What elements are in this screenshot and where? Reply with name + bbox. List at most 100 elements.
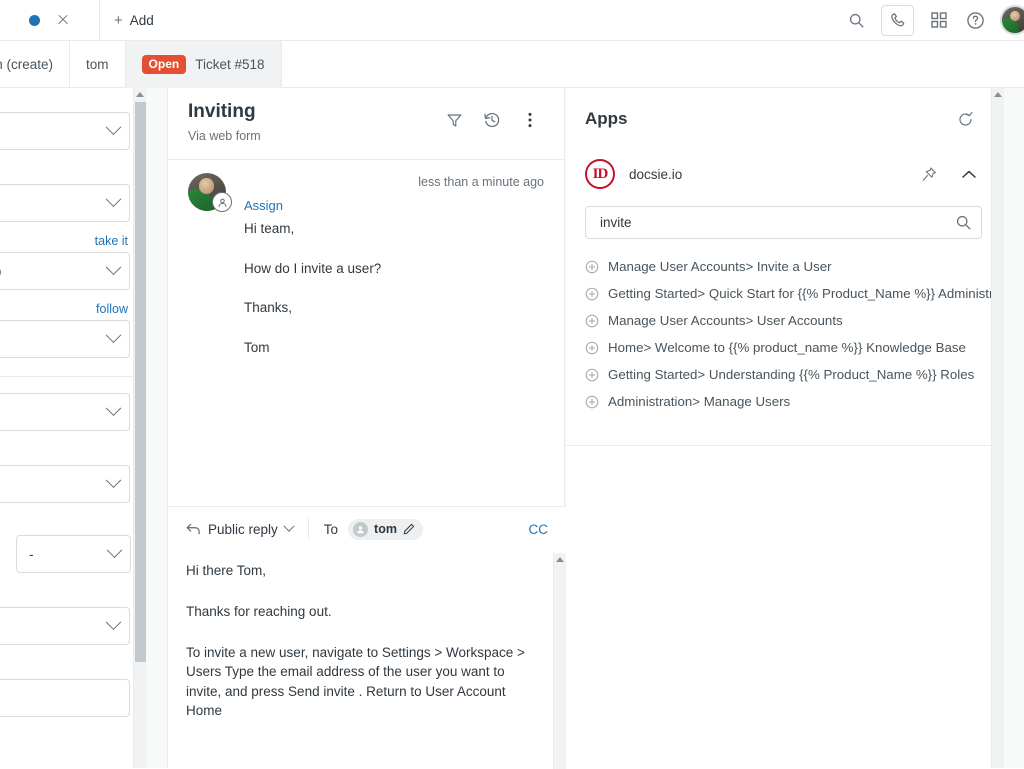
page-title: Inviting: [188, 102, 261, 123]
message-line: How do I invite a user?: [244, 260, 534, 278]
chevron-down-icon: [283, 521, 294, 532]
assignee-select[interactable]: F. Jacob: [0, 252, 130, 290]
sidebar-field-5: rm: [0, 393, 146, 431]
message-body: Hi team, How do I invite a user? Thanks,…: [244, 220, 534, 378]
pin-icon[interactable]: [916, 161, 942, 187]
search-icon[interactable]: [839, 3, 873, 37]
search-results-list: Manage User Accounts> Invite a User Gett…: [566, 253, 1004, 415]
apps-panel: Apps ID docsie.io: [566, 88, 1004, 768]
assign-link[interactable]: Assign: [244, 198, 283, 213]
search-icon[interactable]: [955, 214, 972, 231]
type-select[interactable]: [0, 465, 130, 503]
avatar[interactable]: [1000, 5, 1024, 35]
list-item[interactable]: Administration> Manage Users: [566, 388, 1004, 415]
sidebar-field-1: ny: [0, 112, 146, 150]
search-input[interactable]: [598, 214, 955, 231]
help-icon[interactable]: [958, 3, 992, 37]
apps-scrollbar[interactable]: [991, 88, 1004, 768]
brand-select[interactable]: ny: [0, 112, 130, 150]
breadcrumb-label: Ticket #518: [195, 57, 264, 72]
scroll-up-arrow-icon[interactable]: [136, 92, 144, 97]
home-tab[interactable]: [0, 0, 100, 41]
sidebar-field-3: take it F. Jacob: [0, 234, 146, 290]
app-name: docsie.io: [629, 167, 682, 182]
expand-plus-icon[interactable]: [585, 395, 599, 409]
reply-composer: Public reply To tom CC: [168, 506, 566, 768]
apps-panel-header: Apps: [566, 88, 1004, 150]
group-select[interactable]: [0, 607, 130, 645]
chevron-down-icon: [106, 400, 122, 416]
breadcrumb-item-create[interactable]: om (create): [0, 41, 70, 88]
scrollbar-thumb[interactable]: [135, 102, 146, 662]
ticket-header-text: Inviting Via web form: [188, 102, 261, 143]
history-icon[interactable]: [478, 106, 506, 134]
close-icon[interactable]: [56, 13, 70, 27]
result-title: Home> Welcome to {{% product_name %}} Kn…: [608, 340, 966, 355]
breadcrumb: om (create) tom Open Ticket #518: [0, 41, 1024, 88]
scroll-up-arrow-icon[interactable]: [994, 92, 1002, 97]
chevron-up-icon[interactable]: [956, 161, 982, 187]
message-line: Hi team,: [244, 220, 534, 238]
app-docsie-block: ID docsie.io: [566, 150, 1004, 446]
recipient-name: tom: [374, 522, 397, 536]
ticket-header: Inviting Via web form: [168, 88, 564, 160]
recipient-chip[interactable]: tom: [348, 519, 423, 540]
breadcrumb-label: om (create): [0, 57, 53, 72]
app-row-docsie[interactable]: ID docsie.io: [566, 150, 1004, 198]
person-icon: [353, 522, 368, 537]
more-options-icon[interactable]: [516, 106, 544, 134]
refresh-icon[interactable]: [948, 102, 982, 136]
chevron-down-icon: [106, 327, 122, 343]
ticket-channel: Via web form: [188, 129, 261, 143]
list-item[interactable]: Home> Welcome to {{% product_name %}} Kn…: [566, 334, 1004, 361]
expand-plus-icon[interactable]: [585, 287, 599, 301]
docsie-logo-icon: ID: [585, 159, 615, 189]
result-title: Getting Started> Understanding {{% Produ…: [608, 367, 974, 382]
result-title: Manage User Accounts> Invite a User: [608, 259, 832, 274]
breadcrumb-item-tom[interactable]: tom: [70, 41, 126, 88]
chevron-down-icon: [106, 472, 122, 488]
assignee-select-value: F. Jacob: [0, 264, 1, 279]
follow-link[interactable]: follow: [0, 302, 128, 316]
filter-icon[interactable]: [440, 106, 468, 134]
cc-button[interactable]: CC: [529, 522, 549, 537]
ticket-pane: Inviting Via web form: [167, 88, 565, 768]
list-item[interactable]: Manage User Accounts> Invite a User: [566, 253, 1004, 280]
ticket-id-input[interactable]: 08: [0, 679, 130, 717]
reply-arrow-icon: [186, 522, 201, 536]
chevron-down-icon: [106, 119, 122, 135]
phone-icon[interactable]: [881, 5, 914, 36]
plus-icon: +: [114, 13, 123, 28]
priority-select[interactable]: -: [16, 535, 131, 573]
list-item[interactable]: Getting Started> Quick Start for {{% Pro…: [566, 280, 1004, 307]
form-select[interactable]: rm: [0, 393, 130, 431]
message-line: Tom: [244, 339, 534, 357]
list-item[interactable]: Manage User Accounts> User Accounts: [566, 307, 1004, 334]
list-item[interactable]: Getting Started> Understanding {{% Produ…: [566, 361, 1004, 388]
reply-body[interactable]: Hi there Tom, Thanks for reaching out. T…: [168, 551, 566, 767]
reply-mode-selector[interactable]: Public reply: [186, 522, 293, 537]
app-search-field[interactable]: [585, 206, 982, 239]
sidebar-field-2: [0, 184, 146, 222]
sidebar-scrollbar[interactable]: [133, 88, 146, 768]
reply-scrollbar[interactable]: [553, 553, 566, 769]
add-tab-button[interactable]: + Add: [100, 0, 172, 41]
apps-title: Apps: [585, 109, 628, 129]
breadcrumb-item-ticket[interactable]: Open Ticket #518: [126, 41, 282, 88]
status-badge: Open: [142, 55, 187, 74]
reply-line: Thanks for reaching out.: [186, 602, 534, 621]
ticket-properties-sidebar: ny take it F. Jacob fo: [0, 88, 146, 768]
followers-select[interactable]: [0, 320, 130, 358]
take-it-link[interactable]: take it: [0, 234, 128, 248]
scroll-up-arrow-icon[interactable]: [556, 557, 564, 562]
requester-select[interactable]: [0, 184, 130, 222]
expand-plus-icon[interactable]: [585, 260, 599, 274]
top-header-bar: + Add: [0, 0, 1024, 41]
expand-plus-icon[interactable]: [585, 314, 599, 328]
expand-plus-icon[interactable]: [585, 341, 599, 355]
apps-grid-icon[interactable]: [922, 3, 956, 37]
sidebar-field-7: [0, 607, 146, 645]
priority-select-value: -: [29, 547, 34, 562]
edit-pencil-icon: [403, 523, 415, 535]
expand-plus-icon[interactable]: [585, 368, 599, 382]
